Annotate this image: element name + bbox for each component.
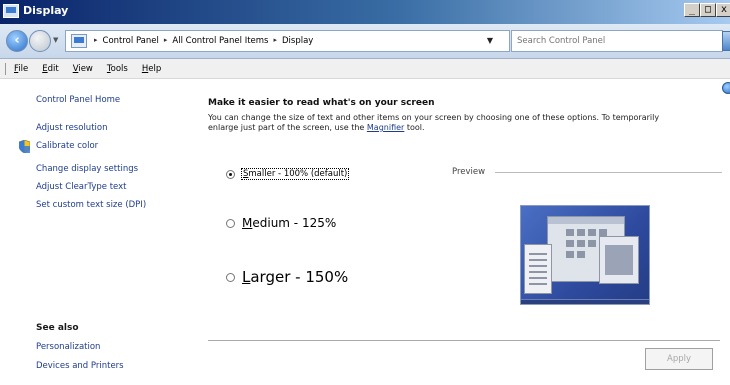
close-button[interactable]: x bbox=[716, 3, 730, 17]
window-title: Display bbox=[23, 4, 69, 17]
minimize-button[interactable]: _ bbox=[684, 3, 700, 17]
sidebar-item-adjust-cleartype[interactable]: Adjust ClearType text bbox=[36, 182, 127, 192]
breadcrumb-separator-icon[interactable]: ▸ bbox=[164, 36, 168, 46]
description-line-2: enlarge just part of the screen, use the… bbox=[208, 123, 425, 132]
see-also-heading: See also bbox=[36, 323, 79, 333]
menu-bar: File Edit View Tools Help bbox=[0, 59, 730, 79]
menu-grip bbox=[5, 62, 6, 75]
recent-pages-chevron-icon[interactable]: ▼ bbox=[53, 36, 58, 44]
menu-help[interactable]: Help bbox=[142, 64, 161, 74]
magnifier-link[interactable]: Magnifier bbox=[367, 123, 404, 132]
radio-larger[interactable] bbox=[226, 272, 235, 282]
menu-file[interactable]: File bbox=[14, 64, 28, 74]
window-controls: _ □ x bbox=[684, 3, 730, 17]
sidebar-item-control-panel-home[interactable]: Control Panel Home bbox=[36, 95, 120, 105]
sidebar-item-devices-printers[interactable]: Devices and Printers bbox=[36, 361, 124, 371]
breadcrumb-control-panel[interactable]: Control Panel bbox=[103, 36, 159, 46]
description-line-1: You can change the size of text and othe… bbox=[208, 113, 660, 122]
preview-divider bbox=[495, 172, 722, 173]
address-toolbar: ‹ › ▼ ▸ Control Panel ▸ All Control Pane… bbox=[0, 24, 730, 59]
breadcrumb-display[interactable]: Display bbox=[282, 36, 313, 46]
breadcrumb-separator-icon[interactable]: ▸ bbox=[94, 36, 98, 46]
search-box[interactable] bbox=[511, 30, 723, 52]
help-icon[interactable] bbox=[722, 82, 730, 94]
breadcrumb: ▸ Control Panel ▸ All Control Panel Item… bbox=[94, 36, 313, 46]
breadcrumb-separator-icon[interactable]: ▸ bbox=[273, 36, 277, 46]
sidebar: Control Panel Home Adjust resolution Cal… bbox=[0, 80, 200, 385]
sidebar-item-personalization[interactable]: Personalization bbox=[36, 342, 100, 352]
address-dropdown-icon[interactable]: ▼ bbox=[487, 36, 493, 45]
option-medium-label[interactable]: Medium - 125% bbox=[242, 216, 336, 230]
option-smaller[interactable]: Smaller - 100% (default) bbox=[226, 168, 350, 180]
display-app-icon bbox=[3, 4, 19, 18]
bottom-divider bbox=[208, 340, 720, 341]
page-title: Make it easier to read what's on your sc… bbox=[208, 98, 435, 108]
maximize-button[interactable]: □ bbox=[700, 3, 716, 17]
uac-shield-icon bbox=[19, 140, 30, 153]
title-bar: Display _ □ x bbox=[0, 0, 730, 24]
preview-taskbar bbox=[521, 299, 649, 304]
option-medium[interactable]: Medium - 125% bbox=[226, 216, 336, 230]
search-input[interactable] bbox=[512, 31, 722, 51]
menu-tools[interactable]: Tools bbox=[107, 64, 128, 74]
preview-label: Preview bbox=[452, 167, 486, 177]
sidebar-item-adjust-resolution[interactable]: Adjust resolution bbox=[36, 123, 107, 133]
preview-image bbox=[520, 205, 650, 305]
menu-view[interactable]: View bbox=[73, 64, 93, 74]
radio-medium[interactable] bbox=[226, 218, 235, 228]
sidebar-item-change-display-settings[interactable]: Change display settings bbox=[36, 164, 138, 174]
preview-window-dialog bbox=[599, 236, 639, 284]
breadcrumb-all-items[interactable]: All Control Panel Items bbox=[172, 36, 268, 46]
option-larger[interactable]: Larger - 150% bbox=[226, 268, 348, 286]
back-button[interactable]: ‹ bbox=[6, 30, 28, 52]
option-larger-label[interactable]: Larger - 150% bbox=[242, 268, 348, 286]
sidebar-item-calibrate-color[interactable]: Calibrate color bbox=[36, 141, 98, 151]
sidebar-item-custom-text-size[interactable]: Set custom text size (DPI) bbox=[36, 200, 146, 210]
apply-button[interactable]: Apply bbox=[645, 348, 713, 370]
forward-button[interactable]: › bbox=[29, 30, 51, 52]
option-smaller-label[interactable]: Smaller - 100% (default) bbox=[240, 168, 350, 180]
preview-window-list bbox=[524, 244, 552, 294]
main-content: Make it easier to read what's on your sc… bbox=[200, 80, 730, 385]
menu-edit[interactable]: Edit bbox=[42, 64, 58, 74]
radio-smaller[interactable] bbox=[226, 169, 235, 179]
page-description: You can change the size of text and othe… bbox=[208, 113, 718, 133]
search-icon[interactable] bbox=[722, 31, 730, 51]
address-box[interactable]: ▸ Control Panel ▸ All Control Panel Item… bbox=[65, 30, 510, 52]
control-panel-icon bbox=[71, 34, 87, 48]
